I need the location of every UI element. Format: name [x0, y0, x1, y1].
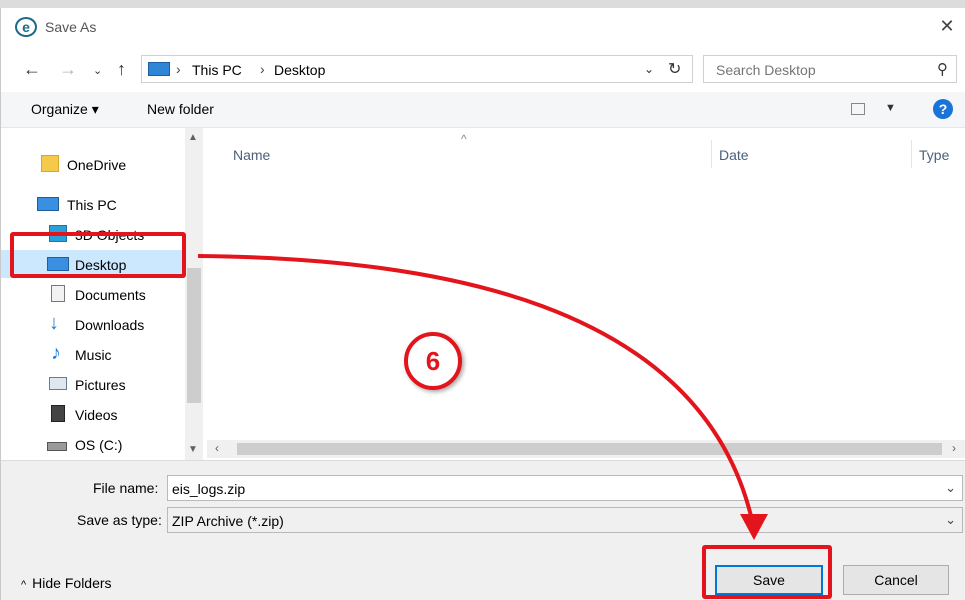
search-box[interactable]: ⚲: [703, 55, 957, 83]
save-as-type-select[interactable]: ZIP Archive (*.zip) ⌄: [167, 507, 963, 533]
column-divider[interactable]: [711, 140, 712, 168]
navigation-pane: OneDrive This PC 3D Objects Desktop Docu…: [1, 128, 207, 460]
nav-item-downloads[interactable]: ↓ Downloads: [1, 310, 185, 338]
file-name-field[interactable]: eis_logs.zip ⌄: [167, 475, 963, 501]
new-folder-button[interactable]: New folder: [147, 101, 214, 117]
forward-arrow-icon[interactable]: →: [59, 60, 77, 78]
nav-item-label: Downloads: [75, 317, 145, 333]
nav-item-onedrive[interactable]: OneDrive: [1, 150, 185, 178]
scroll-right-icon[interactable]: ›: [952, 441, 956, 455]
drive-icon: [47, 442, 67, 451]
document-icon: [51, 285, 65, 302]
file-name-label: File name:: [93, 480, 159, 496]
save-as-type-value[interactable]: ZIP Archive (*.zip): [172, 513, 284, 529]
hide-folders-label: Hide Folders: [32, 575, 112, 591]
sort-ascending-icon: ^: [461, 132, 467, 146]
highlight-save-box: [702, 545, 832, 599]
title-bar: e Save As ✕: [1, 8, 965, 42]
chevron-down-icon[interactable]: ⌄: [945, 512, 956, 528]
view-options-icon[interactable]: [851, 103, 865, 115]
nav-item-label: This PC: [67, 197, 117, 213]
save-as-type-label: Save as type:: [77, 512, 162, 528]
highlight-desktop-box: [10, 232, 186, 278]
folder-icon: [41, 155, 59, 172]
nav-item-label: OS (C:): [75, 437, 123, 453]
breadcrumb-desktop[interactable]: Desktop: [274, 62, 325, 78]
command-toolbar: Organize ▾ New folder ▼ ?: [1, 92, 965, 128]
refresh-icon[interactable]: ↻: [668, 59, 681, 79]
address-row: ← → ⌄ ↑ › This PC › Desktop ⌄ ↻ ⚲: [1, 52, 965, 86]
back-arrow-icon[interactable]: ←: [23, 60, 41, 78]
download-arrow-icon: ↓: [49, 312, 59, 334]
this-pc-icon: [148, 62, 170, 76]
close-icon[interactable]: ✕: [937, 16, 957, 36]
nav-item-label: Videos: [75, 407, 118, 423]
file-list-horizontal-scrollbar[interactable]: ‹ ›: [207, 440, 965, 458]
save-as-dialog: e Save As ✕ ← → ⌄ ↑ › This PC › Desktop …: [0, 8, 965, 600]
column-name-header[interactable]: Name: [233, 147, 270, 163]
nav-item-label: OneDrive: [67, 157, 127, 173]
column-date-header[interactable]: Date: [719, 147, 749, 163]
nav-item-music[interactable]: ♪ Music: [1, 340, 185, 368]
organize-button[interactable]: Organize ▾: [31, 101, 99, 118]
help-icon[interactable]: ?: [933, 99, 953, 119]
film-icon: [51, 405, 65, 422]
breadcrumb-this-pc[interactable]: This PC: [192, 62, 242, 78]
recent-locations-chevron-icon[interactable]: ⌄: [93, 62, 102, 80]
nav-item-videos[interactable]: Videos: [1, 400, 185, 428]
picture-icon: [49, 377, 67, 390]
scrollbar-thumb[interactable]: [237, 443, 942, 455]
nav-item-label: Music: [75, 347, 112, 363]
hide-folders-toggle[interactable]: ^ Hide Folders: [21, 575, 112, 591]
nav-pane-scrollbar[interactable]: ▲ ▼: [185, 128, 203, 460]
nav-item-label: Pictures: [75, 377, 126, 393]
scroll-left-icon[interactable]: ‹: [215, 441, 219, 455]
scroll-down-icon[interactable]: ▼: [188, 444, 198, 455]
search-icon[interactable]: ⚲: [937, 60, 948, 78]
view-dropdown-icon[interactable]: ▼: [885, 102, 896, 114]
scrollbar-thumb[interactable]: [187, 268, 201, 403]
nav-item-label: Documents: [75, 287, 146, 303]
cancel-button[interactable]: Cancel: [843, 565, 949, 595]
address-bar[interactable]: › This PC › Desktop ⌄ ↻: [141, 55, 693, 83]
nav-item-os-c[interactable]: OS (C:): [1, 430, 185, 458]
address-dropdown-icon[interactable]: ⌄: [644, 62, 654, 76]
eset-app-icon: e: [15, 17, 37, 37]
music-note-icon: ♪: [51, 342, 61, 364]
file-list: ^ Name Date Type ‹ ›: [207, 128, 965, 460]
column-type-header[interactable]: Type: [919, 147, 949, 163]
breadcrumb-chevron-icon[interactable]: ›: [176, 61, 181, 77]
up-arrow-icon[interactable]: ↑: [117, 60, 126, 78]
chevron-up-icon: ^: [21, 579, 27, 591]
nav-item-documents[interactable]: Documents: [1, 280, 185, 308]
dialog-title: Save As: [45, 19, 97, 35]
column-divider[interactable]: [911, 140, 912, 168]
search-input[interactable]: [714, 60, 914, 80]
step-number-badge: 6: [404, 332, 462, 390]
nav-item-this-pc[interactable]: This PC: [1, 190, 185, 218]
scroll-up-icon[interactable]: ▲: [188, 132, 198, 143]
computer-icon: [37, 197, 59, 211]
file-name-value[interactable]: eis_logs.zip: [172, 481, 245, 497]
breadcrumb-chevron-icon[interactable]: ›: [260, 61, 265, 77]
nav-item-pictures[interactable]: Pictures: [1, 370, 185, 398]
chevron-down-icon[interactable]: ⌄: [945, 480, 956, 496]
